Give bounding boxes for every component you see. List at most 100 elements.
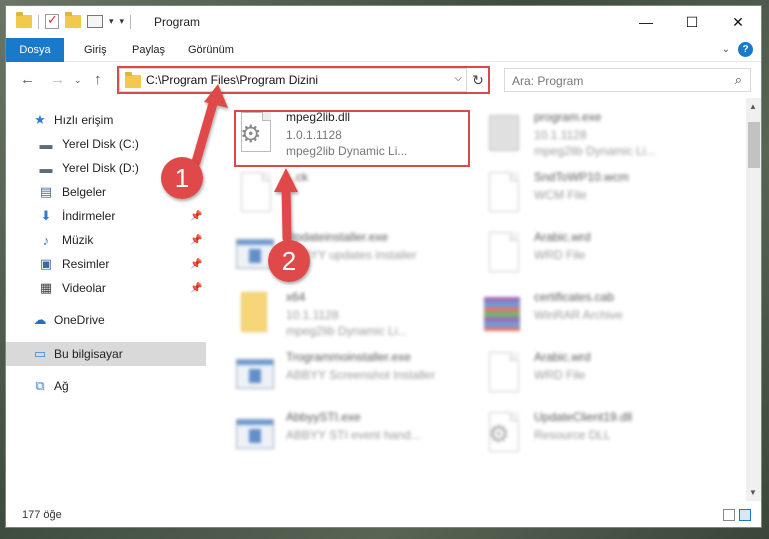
up-button[interactable]: ↑ bbox=[94, 71, 102, 88]
file-item[interactable]: Updateinstaller.exe ABBYY updates instal… bbox=[230, 226, 470, 282]
refresh-button[interactable]: ↻ bbox=[468, 68, 488, 92]
tab-share[interactable]: Paylaş bbox=[120, 38, 177, 62]
sidebar-item-onedrive[interactable]: ☁ OneDrive bbox=[6, 308, 206, 332]
exe-icon bbox=[236, 412, 276, 456]
minimize-button[interactable]: — bbox=[623, 6, 669, 38]
file-description: mpeg2lib Dynamic Li... bbox=[286, 324, 408, 338]
search-placeholder: Ara: Program bbox=[512, 74, 584, 88]
forward-button[interactable]: → bbox=[50, 71, 65, 88]
file-type: WCM File bbox=[534, 188, 587, 202]
folder-icon[interactable] bbox=[16, 12, 32, 28]
back-button[interactable]: ← bbox=[20, 71, 35, 88]
customize-view-icon[interactable] bbox=[87, 15, 103, 28]
file-highlight-box bbox=[234, 110, 470, 167]
download-icon: ⬇ bbox=[40, 208, 52, 223]
vertical-scrollbar[interactable]: ▲ ▼ bbox=[746, 98, 761, 501]
sidebar-item-quick-access[interactable]: ★ Hızlı erişim bbox=[6, 108, 206, 132]
file-version: 10.1.1128 bbox=[286, 308, 339, 322]
tiles-view-icon[interactable] bbox=[739, 509, 751, 521]
sidebar-item-this-pc[interactable]: ▭ Bu bilgisayar bbox=[6, 342, 206, 366]
close-button[interactable]: ✕ bbox=[715, 6, 761, 38]
file-icon bbox=[484, 352, 524, 396]
file-name: program.exe bbox=[534, 110, 602, 124]
video-icon: ▦ bbox=[39, 280, 53, 295]
file-icon bbox=[236, 172, 276, 216]
help-icon[interactable]: ? bbox=[738, 42, 753, 57]
pin-icon[interactable]: 📌 bbox=[190, 259, 202, 270]
sidebar-item-documents[interactable]: ▤ Belgeler bbox=[6, 180, 206, 204]
file-name: Arabic.wrd bbox=[534, 230, 591, 244]
navigation-bar: ← → ⌄ ↑ C:\Program Files\Program Dizini … bbox=[6, 62, 761, 98]
title-bar: ▾ ▾ Program — ☐ ✕ bbox=[6, 6, 761, 38]
item-count: 177 öğe bbox=[22, 509, 62, 521]
file-name: UpdateClient19.dll bbox=[534, 410, 633, 424]
file-item[interactable]: program.exe 10.1.1128 mpeg2lib Dynamic L… bbox=[478, 106, 718, 162]
search-icon: ⌕ bbox=[734, 72, 742, 87]
file-type: WinRAR Archive bbox=[534, 308, 623, 322]
file-description: ABBYY updates installer bbox=[286, 248, 417, 262]
sidebar-item-pictures[interactable]: ▣ Resimler 📌 bbox=[6, 252, 206, 276]
file-item[interactable]: ...ck bbox=[230, 166, 470, 222]
sidebar-item-label: Bu bilgisayar bbox=[54, 347, 123, 361]
pin-icon[interactable]: 📌 bbox=[190, 211, 202, 222]
navigation-pane: ★ Hızlı erişim ▬ Yerel Disk (C:) ▬ Yerel… bbox=[6, 98, 206, 501]
new-folder-icon[interactable] bbox=[65, 12, 81, 28]
sidebar-item-network[interactable]: ⧉ Ağ bbox=[6, 374, 206, 398]
tab-file[interactable]: Dosya bbox=[6, 38, 64, 62]
file-description: ABBYY STI event hand... bbox=[286, 428, 421, 442]
pictures-icon: ▣ bbox=[39, 256, 53, 271]
sidebar-item-local-disk-d[interactable]: ▬ Yerel Disk (D:) bbox=[6, 156, 206, 180]
sidebar-item-label: Yerel Disk (D:) bbox=[62, 161, 139, 175]
ribbon-tabs: Dosya Giriş Paylaş Görünüm ⌄ ? bbox=[6, 38, 761, 62]
file-name: Arabic.wrd bbox=[534, 350, 591, 364]
star-icon: ★ bbox=[34, 112, 46, 127]
sidebar-item-label: Hızlı erişim bbox=[54, 113, 114, 127]
file-item[interactable]: AbbyySTI.exe ABBYY STI event hand... bbox=[230, 406, 470, 462]
sidebar-item-label: Resimler bbox=[62, 257, 110, 271]
file-item[interactable]: Arabic.wrd WRD File bbox=[478, 346, 718, 402]
sidebar-item-local-disk-c[interactable]: ▬ Yerel Disk (C:) bbox=[6, 132, 206, 156]
customize-toolbar-icon[interactable]: ▾ bbox=[120, 16, 125, 27]
cloud-icon: ☁ bbox=[33, 312, 47, 327]
file-item[interactable]: certificates.cab WinRAR Archive bbox=[478, 286, 718, 342]
file-name: certificates.cab bbox=[534, 290, 615, 304]
maximize-button[interactable]: ☐ bbox=[669, 6, 715, 38]
file-item[interactable]: Trogrammoinstaller.exe ABBYY Screenshot … bbox=[230, 346, 470, 402]
tab-home[interactable]: Giriş bbox=[72, 38, 119, 62]
scroll-up-icon[interactable]: ▲ bbox=[749, 102, 757, 111]
details-view-icon[interactable] bbox=[723, 509, 735, 521]
file-item[interactable]: SndToWP10.wcm WCM File bbox=[478, 166, 718, 222]
pin-icon[interactable]: 📌 bbox=[190, 235, 202, 246]
sidebar-item-downloads[interactable]: ⬇ İndirmeler 📌 bbox=[6, 204, 206, 228]
address-highlight-box bbox=[117, 66, 490, 94]
sidebar-item-music[interactable]: ♪ Müzik 📌 bbox=[6, 228, 206, 252]
status-bar: 177 öğe bbox=[6, 501, 761, 527]
scroll-down-icon[interactable]: ▼ bbox=[749, 488, 757, 497]
folder-icon bbox=[236, 292, 276, 336]
sidebar-item-label: Müzik bbox=[62, 233, 94, 247]
window-title: Program bbox=[154, 15, 201, 29]
properties-check-icon[interactable] bbox=[45, 12, 59, 29]
search-input[interactable]: Ara: Program ⌕ bbox=[504, 68, 751, 92]
sidebar-item-videos[interactable]: ▦ Videolar 📌 bbox=[6, 276, 206, 300]
file-description: ABBYY Screenshot Installer bbox=[286, 368, 436, 382]
ribbon-right: ⌄ ? bbox=[722, 42, 753, 57]
file-item[interactable]: ⚙ UpdateClient19.dll Resource DLL bbox=[478, 406, 718, 462]
expand-ribbon-icon[interactable]: ⌄ bbox=[722, 44, 730, 55]
sidebar-item-label: Belgeler bbox=[62, 185, 107, 199]
dll-icon: ⚙ bbox=[484, 412, 524, 456]
file-type: WRD File bbox=[534, 248, 586, 262]
program-icon bbox=[484, 112, 524, 156]
exe-icon bbox=[236, 232, 276, 276]
chevron-down-icon[interactable]: ▾ bbox=[109, 16, 114, 27]
pin-icon[interactable]: 📌 bbox=[190, 283, 202, 294]
file-item[interactable]: x64 10.1.1128 mpeg2lib Dynamic Li... bbox=[230, 286, 470, 342]
sidebar-item-label: Videolar bbox=[62, 281, 106, 295]
tab-view[interactable]: Görünüm bbox=[176, 38, 246, 62]
file-type: Resource DLL bbox=[534, 428, 611, 442]
quick-access-toolbar: ▾ ▾ bbox=[16, 12, 132, 29]
recent-locations-icon[interactable]: ⌄ bbox=[74, 75, 82, 86]
scrollbar-thumb[interactable] bbox=[748, 122, 760, 168]
file-item[interactable]: Arabic.wrd WRD File bbox=[478, 226, 718, 282]
file-type: WRD File bbox=[534, 368, 586, 382]
